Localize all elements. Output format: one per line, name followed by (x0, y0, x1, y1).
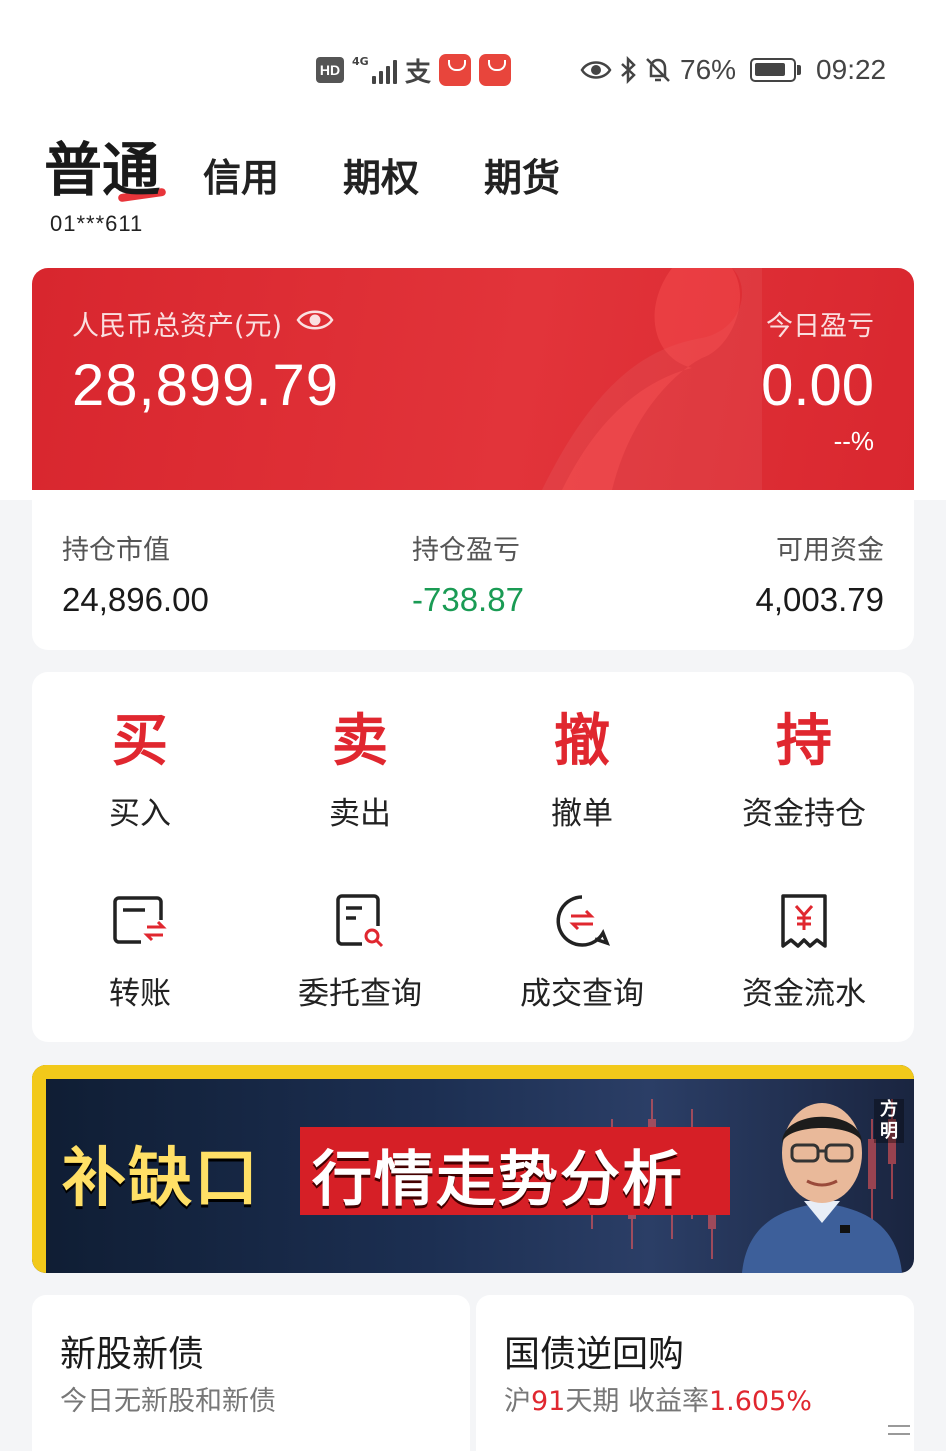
card-decoration (542, 268, 762, 490)
market-value-stat: 持仓市值 24,896.00 (62, 528, 209, 619)
fund-flow-label: 资金流水 (742, 976, 866, 1012)
buy-button[interactable]: 买 买入 (30, 706, 250, 833)
transfer-icon (30, 886, 250, 956)
huawei-app-icon-2 (479, 54, 512, 86)
buy-glyph: 买 (112, 708, 168, 774)
position-pnl-label: 持仓盈亏 (412, 535, 520, 566)
tab-options[interactable]: 期权 (343, 153, 419, 203)
banner-left-stripe (32, 1065, 46, 1273)
tab-normal[interactable]: 普通 (44, 135, 160, 205)
sell-label: 卖出 (329, 796, 391, 832)
position-pnl-stat: 持仓盈亏 -738.87 (412, 528, 524, 619)
transfer-label: 转账 (109, 976, 171, 1012)
signal-icon: 4G (352, 56, 397, 84)
repo-market: 沪 (504, 1386, 531, 1417)
position-pnl-value: -738.87 (412, 581, 524, 618)
status-left: HD 4G 支 (316, 40, 512, 100)
huawei-app-icon (439, 54, 472, 86)
tab-futures[interactable]: 期货 (484, 153, 560, 203)
new-stock-bond-subtitle: 今日无新股和新债 (60, 1386, 276, 1417)
asset-summary-card[interactable]: 人民币总资产(元) 28,899.79 今日盈亏 0.00 --% (32, 268, 914, 490)
cancel-label: 撤单 (551, 796, 613, 832)
feature-tiles: 新股新债 今日无新股和新债 国债逆回购 沪91天期 收益率1.605% (32, 1295, 914, 1451)
status-bar: HD 4G 支 76% 09:22 (0, 40, 946, 100)
battery-icon (750, 58, 802, 82)
cancel-glyph: 撤 (554, 708, 610, 774)
bluetooth-icon (618, 56, 638, 84)
battery-percent: 76% (680, 54, 737, 85)
holdings-label: 资金持仓 (742, 796, 866, 832)
repo-rate: 1.605% (708, 1386, 812, 1417)
account-number[interactable]: 01***611 (50, 211, 143, 237)
eye-comfort-icon (580, 58, 612, 82)
mute-bell-icon (644, 56, 672, 84)
deal-query-button[interactable]: 成交查询 (472, 886, 692, 1013)
cancel-order-button[interactable]: 撤 撤单 (472, 706, 692, 833)
fund-flow-button[interactable]: 资金流水 (694, 886, 914, 1013)
alipay-icon: 支 (405, 57, 432, 88)
total-assets-value: 28,899.79 (72, 353, 340, 418)
network-type: 4G (352, 55, 369, 68)
banner-title-right: 行情走势分析 (312, 1145, 684, 1215)
fund-flow-icon (694, 886, 914, 956)
available-cash-label: 可用资金 (776, 535, 884, 566)
banner-title-left: 补缺口 (62, 1142, 260, 1216)
order-query-label: 委托查询 (298, 976, 422, 1012)
eye-toggle-icon[interactable] (296, 307, 334, 340)
available-cash-stat: 可用资金 4,003.79 (756, 528, 884, 619)
hd-badge: HD (316, 57, 344, 83)
total-assets-label: 人民币总资产(元) (72, 304, 334, 343)
promo-banner[interactable]: 补缺口 行情走势分析 方明 (32, 1065, 914, 1273)
deal-query-label: 成交查询 (520, 976, 644, 1012)
drag-handle-icon[interactable] (888, 1425, 910, 1441)
total-assets-label-text: 人民币总资产(元) (72, 311, 283, 342)
new-stock-bond-tile[interactable]: 新股新债 今日无新股和新债 (32, 1295, 470, 1451)
banner-top-stripe (32, 1065, 914, 1079)
order-query-button[interactable]: 委托查询 (250, 886, 470, 1013)
market-value: 24,896.00 (62, 581, 209, 618)
sell-glyph: 卖 (332, 708, 388, 774)
trade-actions-grid: 买 买入 卖 卖出 撤 撤单 持 资金持仓 转账 委托查询 成交查询 资金流水 (32, 672, 914, 1042)
holdings-button[interactable]: 持 资金持仓 (694, 706, 914, 833)
status-right: 76% 09:22 (580, 40, 886, 100)
deal-query-icon (472, 886, 692, 956)
reverse-repo-title: 国债逆回购 (504, 1334, 685, 1375)
holdings-glyph: 持 (776, 708, 832, 774)
account-tabs: 普通 信用 期权 期货 01***611 (0, 135, 946, 245)
today-pnl-value: 0.00 (761, 353, 874, 418)
repo-days: 91 (531, 1386, 566, 1417)
transfer-button[interactable]: 转账 (30, 886, 250, 1013)
market-value-label: 持仓市值 (62, 535, 170, 566)
clock: 09:22 (816, 54, 887, 85)
repo-term-text: 天期 收益率 (565, 1386, 709, 1417)
new-stock-bond-title: 新股新债 (60, 1334, 205, 1375)
buy-label: 买入 (109, 796, 171, 832)
order-query-icon (250, 886, 470, 956)
position-stats: 持仓市值 24,896.00 持仓盈亏 -738.87 可用资金 4,003.7… (32, 490, 914, 650)
tab-credit[interactable]: 信用 (203, 153, 279, 203)
today-pnl-percent: --% (833, 426, 874, 456)
presenter-name-tag: 方明 (874, 1099, 904, 1143)
reverse-repo-tile[interactable]: 国债逆回购 沪91天期 收益率1.605% (476, 1295, 914, 1451)
today-pnl-label: 今日盈亏 (766, 311, 874, 342)
reverse-repo-subtitle: 沪91天期 收益率1.605% (504, 1379, 812, 1418)
sell-button[interactable]: 卖 卖出 (250, 706, 470, 833)
available-cash-value: 4,003.79 (755, 581, 884, 618)
